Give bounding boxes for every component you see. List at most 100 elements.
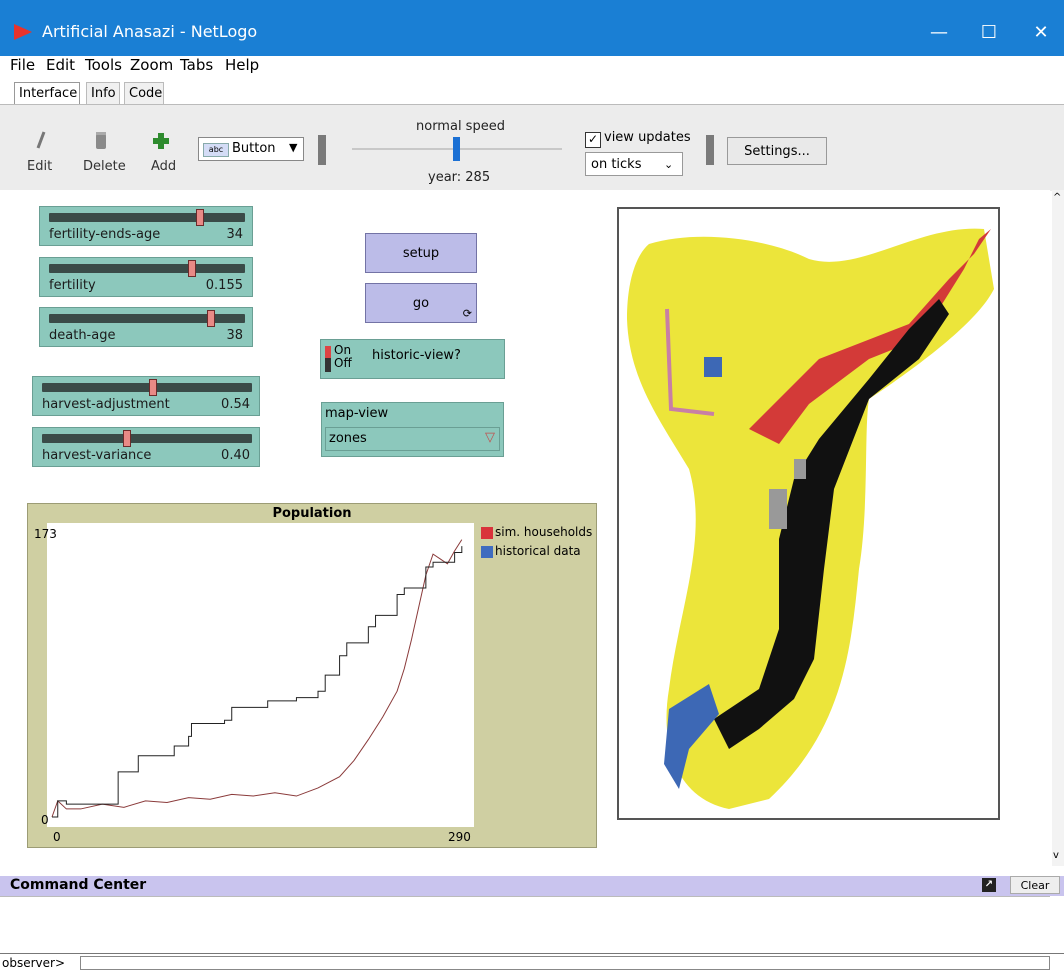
y-max-label: 173 [34,527,57,541]
observer-prompt: observer> [2,956,65,970]
slider-harvest-variance[interactable]: harvest-variance 0.40 [32,427,260,467]
slider-track [49,213,245,222]
slider-name: harvest-adjustment [42,397,170,412]
go-button[interactable]: go ⟳ [365,283,477,323]
scroll-down-icon[interactable]: v [1053,850,1059,861]
dropdown-arrow-icon: ▽ [485,430,495,445]
edit-label[interactable]: Edit [27,159,52,174]
zone-gray [769,489,787,529]
forever-icon: ⟳ [462,307,472,320]
update-mode-select[interactable]: on ticks ⌄ [585,152,683,176]
y-min-label: 0 [41,813,49,827]
map-view-chooser[interactable]: map-view zones ▽ [321,402,504,457]
historic-view-switch[interactable]: On Off historic-view? [320,339,505,379]
slider-knob[interactable] [195,209,204,226]
command-input-row: observer> [0,953,1064,974]
slider-track [49,264,245,273]
tab-code[interactable]: Code [124,82,164,104]
speed-label: normal speed [416,119,505,134]
switch-off-label: Off [334,356,352,370]
pencil-icon[interactable] [34,130,48,150]
legend-swatch-historical [481,546,493,558]
plot-svg [51,539,463,818]
trash-icon[interactable] [94,131,108,151]
world-map [627,228,994,810]
vertical-scrollbar[interactable]: ^ v [1052,190,1064,866]
slider-name: death-age [49,328,116,343]
chevron-down-icon: ▼ [289,141,298,154]
menu-edit[interactable]: Edit [46,56,75,74]
legend-swatch-sim [481,527,493,539]
plus-icon[interactable] [151,131,171,151]
slider-value: 0.155 [205,278,243,293]
slider-value: 34 [226,227,243,242]
button-widget-icon: abc [203,143,229,157]
slider-fertility[interactable]: fertility 0.155 [39,257,253,297]
go-button-label: go [412,296,430,311]
legend-label-historical: historical data [495,544,581,558]
setup-button[interactable]: setup [365,233,477,273]
world-view[interactable] [617,207,1000,820]
widget-type-dropdown[interactable]: abc Button ▼ [198,137,304,161]
switch-knob [325,346,331,358]
zone-blue [704,357,722,377]
clear-button[interactable]: Clear [1010,876,1060,894]
legend-label-sim: sim. households [495,525,593,539]
slider-knob[interactable] [122,430,131,447]
slider-knob[interactable] [149,379,158,396]
slider-name: harvest-variance [42,448,152,463]
toolbar-separator [318,135,326,165]
command-center-header: Command Center ↗ Clear [0,876,1064,896]
tick-counter: year: 285 [428,170,491,185]
close-button[interactable]: ✕ [1018,15,1064,51]
delete-label[interactable]: Delete [83,159,126,174]
slider-name: fertility-ends-age [49,227,161,242]
maximize-button[interactable]: ☐ [966,15,1012,51]
toolbar-separator [706,135,714,165]
speed-slider-thumb[interactable] [453,137,460,161]
menu-help[interactable]: Help [225,56,259,74]
slider-knob[interactable] [206,310,215,327]
settings-button[interactable]: Settings... [727,137,827,165]
slider-track [49,314,245,323]
switch-toggle[interactable] [325,346,331,372]
command-center-output[interactable] [0,896,1050,954]
window-title: Artificial Anasazi - NetLogo [42,22,258,41]
netlogo-logo-icon [14,24,32,40]
tab-info[interactable]: Info [86,82,120,104]
slider-value: 0.40 [221,448,250,463]
slider-death-age[interactable]: death-age 38 [39,307,253,347]
series-line-sim-households [51,539,463,818]
command-center-title: Command Center [10,877,147,893]
menu-file[interactable]: File [10,56,35,74]
x-min-label: 0 [53,830,61,844]
expand-icon[interactable]: ↗ [982,878,996,892]
slider-harvest-adjustment[interactable]: harvest-adjustment 0.54 [32,376,260,416]
minimize-button[interactable]: — [916,15,962,51]
slider-value: 38 [226,328,243,343]
chooser-value: zones [329,431,367,446]
command-input[interactable] [80,956,1050,970]
menu-tools[interactable]: Tools [85,56,122,74]
switch-on-label: On [334,343,352,357]
slider-track [42,383,252,392]
chooser-select[interactable]: zones ▽ [325,427,500,451]
zone-gray [794,459,806,479]
slider-track [42,434,252,443]
update-mode-value: on ticks [591,157,642,172]
menu-zoom[interactable]: Zoom [130,56,173,74]
slider-value: 0.54 [221,397,250,412]
switch-name: historic-view? [372,348,461,363]
plot-area [47,523,474,827]
scroll-up-icon[interactable]: ^ [1053,192,1061,203]
plot-title: Population [272,506,352,521]
tab-interface[interactable]: Interface [14,82,80,104]
slider-knob[interactable] [188,260,197,277]
view-updates-checkbox[interactable]: ✓ [585,132,601,148]
chooser-name: map-view [325,406,389,421]
slider-name: fertility [49,278,96,293]
add-label[interactable]: Add [151,159,176,174]
slider-fertility-ends-age[interactable]: fertility-ends-age 34 [39,206,253,246]
menu-tabs[interactable]: Tabs [180,56,213,74]
chevron-down-icon: ⌄ [664,158,674,171]
